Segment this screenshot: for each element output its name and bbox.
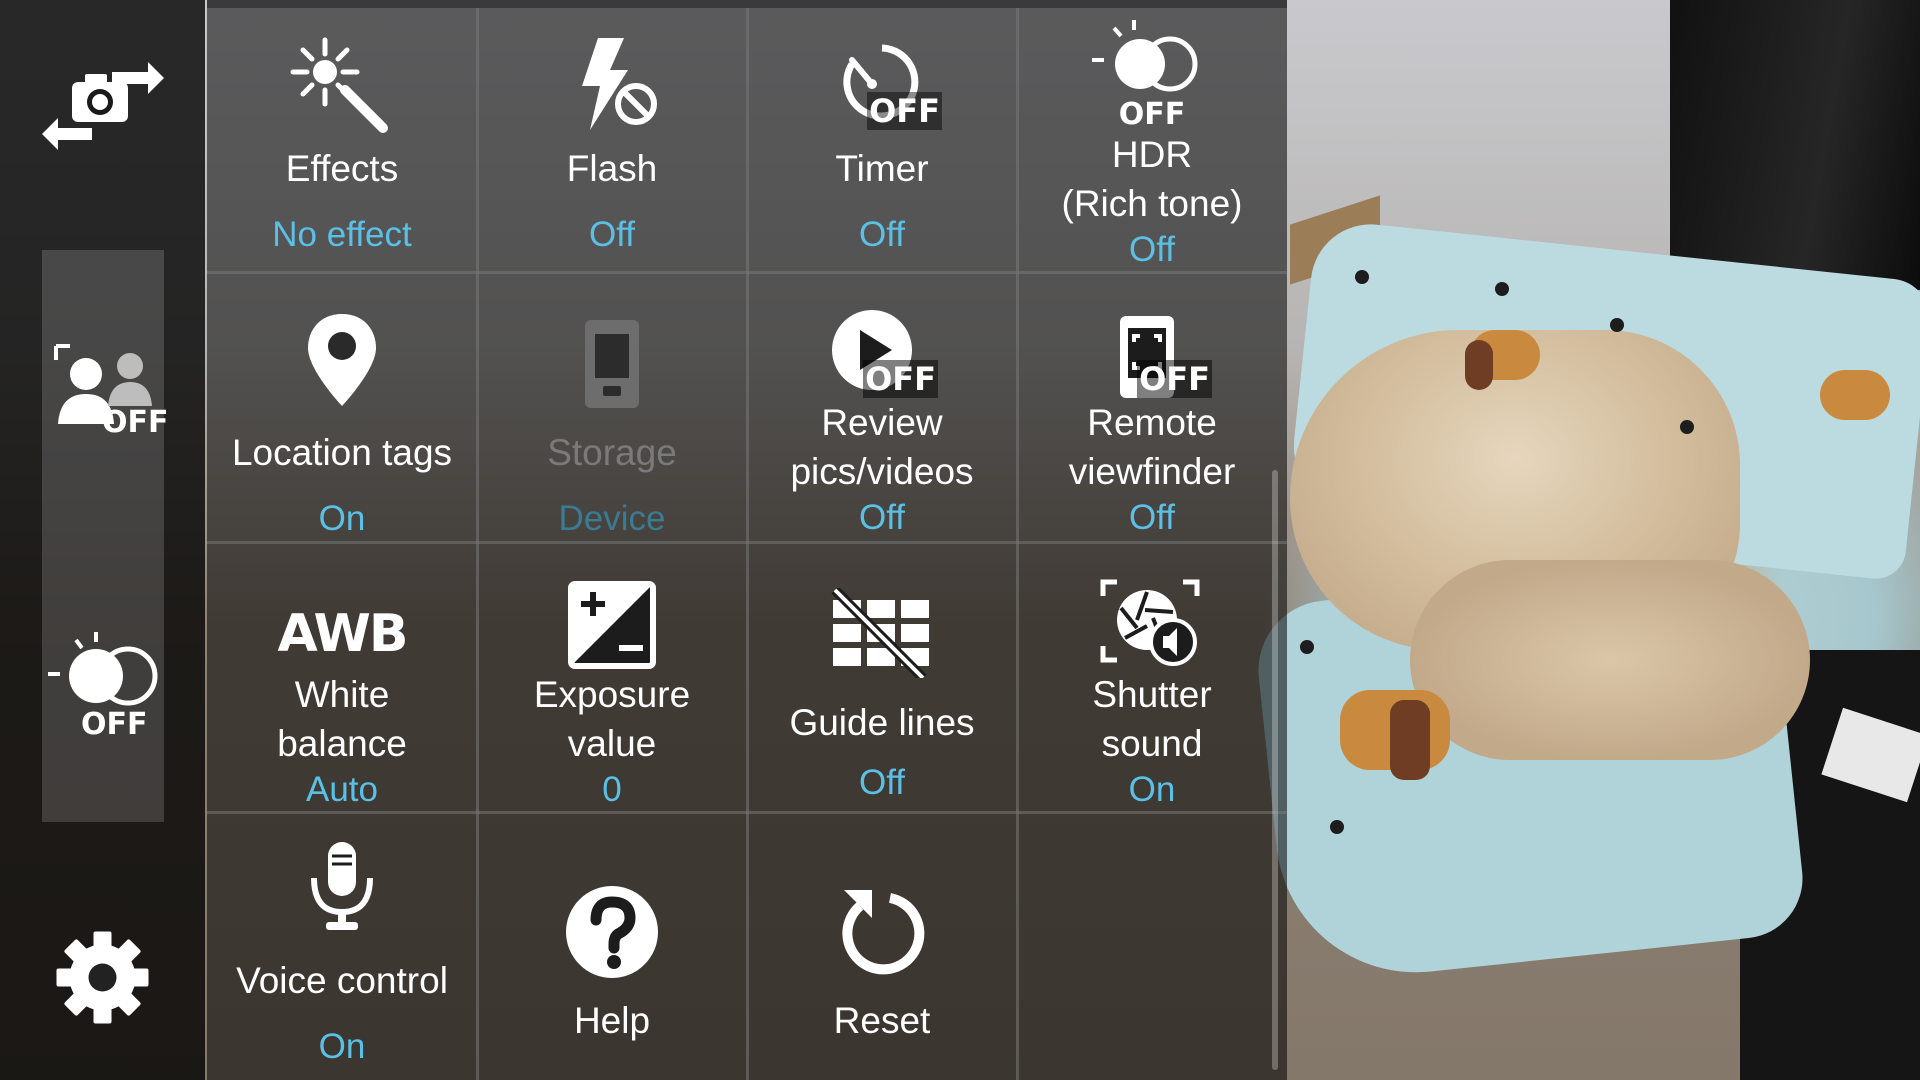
help-icon — [562, 832, 662, 982]
setting-timer[interactable]: OFF Timer Off — [747, 8, 1017, 272]
help-label: Help — [573, 1000, 651, 1041]
hdr-quick-state: OFF — [81, 707, 148, 742]
exposure-icon — [567, 562, 657, 670]
shutter-sound-icon — [1097, 562, 1207, 670]
review-value: Off — [858, 498, 906, 537]
setting-location-tags[interactable]: Location tags On — [207, 278, 477, 542]
timer-badge: OFF — [867, 92, 942, 130]
hdr-icon — [1092, 20, 1212, 92]
setting-effects[interactable]: Effects No effect — [207, 8, 477, 272]
remote-label-line1: Remote — [1087, 402, 1217, 443]
setting-white-balance[interactable]: AWB White balance Auto — [207, 548, 477, 812]
paw-print — [1330, 820, 1344, 834]
white-balance-label-line2: balance — [277, 723, 407, 764]
reset-label: Reset — [833, 1000, 931, 1041]
hdr-quick-icon[interactable] — [44, 630, 164, 710]
timer-icon: OFF — [822, 22, 942, 134]
remote-badge: OFF — [1137, 360, 1212, 398]
flash-value: Off — [588, 215, 636, 254]
voice-control-label: Voice control — [236, 960, 448, 1001]
guide-lines-label: Guide lines — [789, 702, 975, 743]
review-label-line1: Review — [821, 402, 943, 443]
setting-remote-viewfinder[interactable]: OFF Remote viewfinder Off — [1017, 278, 1287, 542]
effects-label: Effects — [285, 148, 399, 189]
guide-lines-value: Off — [858, 763, 906, 802]
review-label-line2: pics/videos — [790, 451, 974, 492]
remote-value: Off — [1128, 498, 1176, 537]
setting-guide-lines[interactable]: Guide lines Off — [747, 548, 1017, 812]
hdr-label-line2: (Rich tone) — [1061, 183, 1243, 224]
setting-flash[interactable]: Flash Off — [477, 8, 747, 272]
gear-icon[interactable] — [55, 930, 150, 1025]
exposure-value: 0 — [602, 770, 622, 809]
setting-shutter-sound[interactable]: Shutter sound On — [1017, 548, 1287, 812]
setting-reset[interactable]: Reset — [747, 818, 1017, 1080]
paw-print — [1495, 282, 1509, 296]
paw-print — [1355, 270, 1369, 284]
setting-exposure[interactable]: Exposure value 0 — [477, 548, 747, 812]
setting-voice-control[interactable]: Voice control On — [207, 818, 477, 1080]
timer-label: Timer — [835, 148, 929, 189]
shutter-sound-value: On — [1128, 770, 1176, 809]
reset-icon — [832, 832, 932, 982]
microphone-icon — [302, 832, 382, 936]
review-badge: OFF — [863, 360, 938, 398]
location-tags-value: On — [318, 499, 366, 538]
switch-camera-icon[interactable] — [40, 50, 165, 150]
guide-lines-off-icon — [827, 562, 937, 678]
location-pin-icon — [302, 292, 382, 410]
awb-icon-text: AWB — [277, 604, 409, 664]
review-play-icon: OFF — [822, 292, 942, 398]
flash-label: Flash — [566, 148, 658, 189]
setting-help[interactable]: Help — [477, 818, 747, 1080]
hdr-badge: OFF — [1118, 97, 1186, 132]
setting-hdr[interactable]: OFF HDR (Rich tone) Off — [1017, 8, 1287, 272]
awb-icon: AWB — [277, 578, 409, 664]
setting-storage: Storage Device — [477, 278, 747, 542]
pillow-cartoon-dog — [1820, 370, 1890, 420]
paw-print — [1680, 420, 1694, 434]
location-tags-label: Location tags — [231, 432, 453, 473]
face-detection-state: OFF — [102, 405, 169, 440]
white-balance-label-line1: White — [294, 674, 390, 715]
setting-review-pics[interactable]: OFF Review pics/videos Off — [747, 278, 1017, 542]
storage-device-icon — [577, 292, 647, 410]
exposure-label-line2: value — [567, 723, 657, 764]
shutter-sound-label-line2: sound — [1101, 723, 1203, 764]
hdr-value: Off — [1128, 230, 1176, 269]
remote-viewfinder-icon: OFF — [1092, 292, 1212, 398]
white-balance-value: Auto — [306, 770, 378, 809]
camera-left-toolbar: OFF OFF — [0, 0, 205, 1080]
voice-control-value: On — [318, 1027, 366, 1066]
storage-value: Device — [558, 499, 666, 538]
paw-print — [1610, 318, 1624, 332]
setting-empty-slot — [1017, 818, 1287, 1080]
grid-top-border — [207, 0, 1287, 8]
paw-print — [1300, 640, 1314, 654]
shutter-sound-label-line1: Shutter — [1092, 674, 1212, 715]
timer-value: Off — [858, 215, 906, 254]
hdr-label-line1: HDR — [1111, 134, 1193, 175]
remote-label-line2: viewfinder — [1068, 451, 1236, 492]
exposure-label-line1: Exposure — [533, 674, 691, 715]
curtain — [1670, 0, 1920, 290]
effects-wand-icon — [287, 22, 397, 134]
pillow-cartoon-ear — [1465, 340, 1493, 390]
effects-value: No effect — [272, 215, 412, 254]
storage-label: Storage — [547, 432, 677, 473]
pillow-cartoon-ear — [1390, 700, 1430, 780]
flash-off-icon — [562, 22, 662, 134]
poodle-dog-rear — [1410, 560, 1810, 760]
